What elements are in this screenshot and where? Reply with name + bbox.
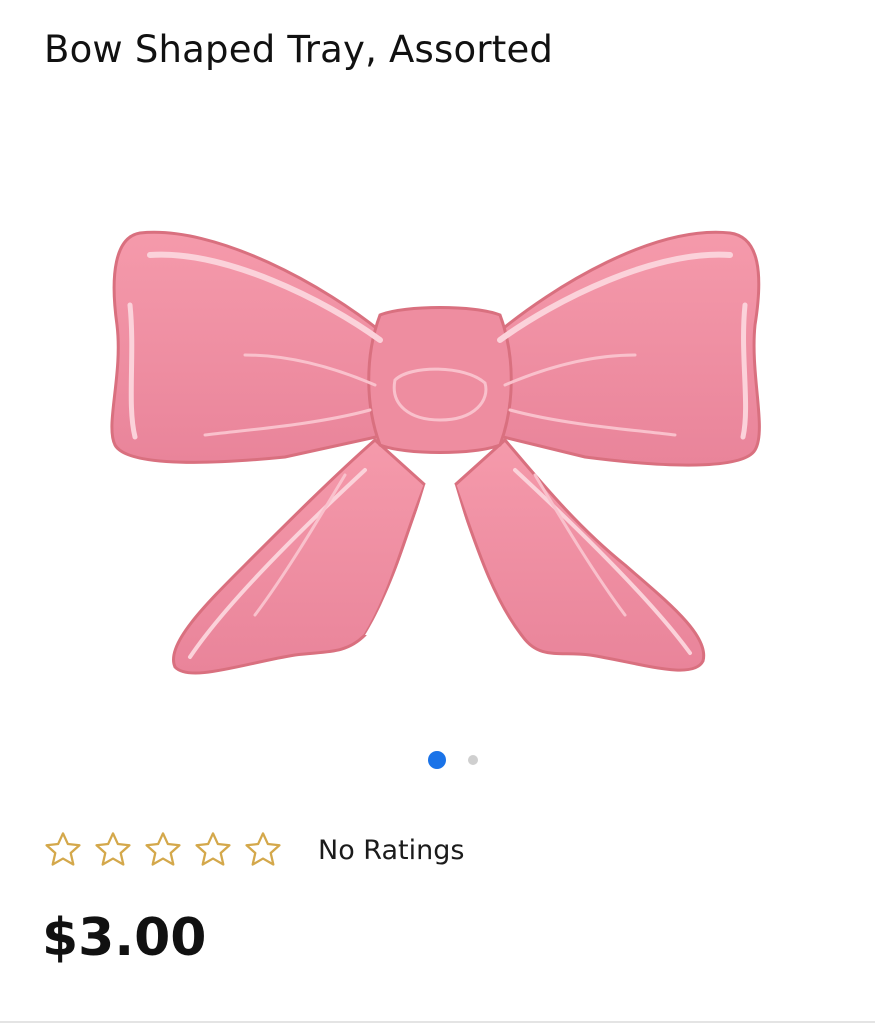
bow-knot bbox=[367, 306, 513, 454]
carousel-dot[interactable] bbox=[468, 755, 478, 765]
product-image[interactable] bbox=[95, 205, 785, 695]
star-outline-icon bbox=[245, 832, 281, 866]
product-title: Bow Shaped Tray, Assorted bbox=[44, 28, 554, 71]
star-outline-icon bbox=[45, 832, 81, 866]
rating-label: No Ratings bbox=[318, 834, 465, 866]
star-outline-icon bbox=[95, 832, 131, 866]
carousel-dot-active[interactable] bbox=[428, 751, 446, 769]
rating-row[interactable]: No Ratings bbox=[42, 827, 464, 873]
carousel-indicator bbox=[0, 750, 875, 770]
bow-right-tail bbox=[453, 437, 706, 672]
product-price: $3.00 bbox=[42, 908, 207, 968]
star-outline-icon bbox=[145, 832, 181, 866]
bow-left-loop bbox=[110, 230, 387, 464]
bow-left-tail bbox=[172, 437, 427, 675]
star-outline-icon bbox=[195, 832, 231, 866]
